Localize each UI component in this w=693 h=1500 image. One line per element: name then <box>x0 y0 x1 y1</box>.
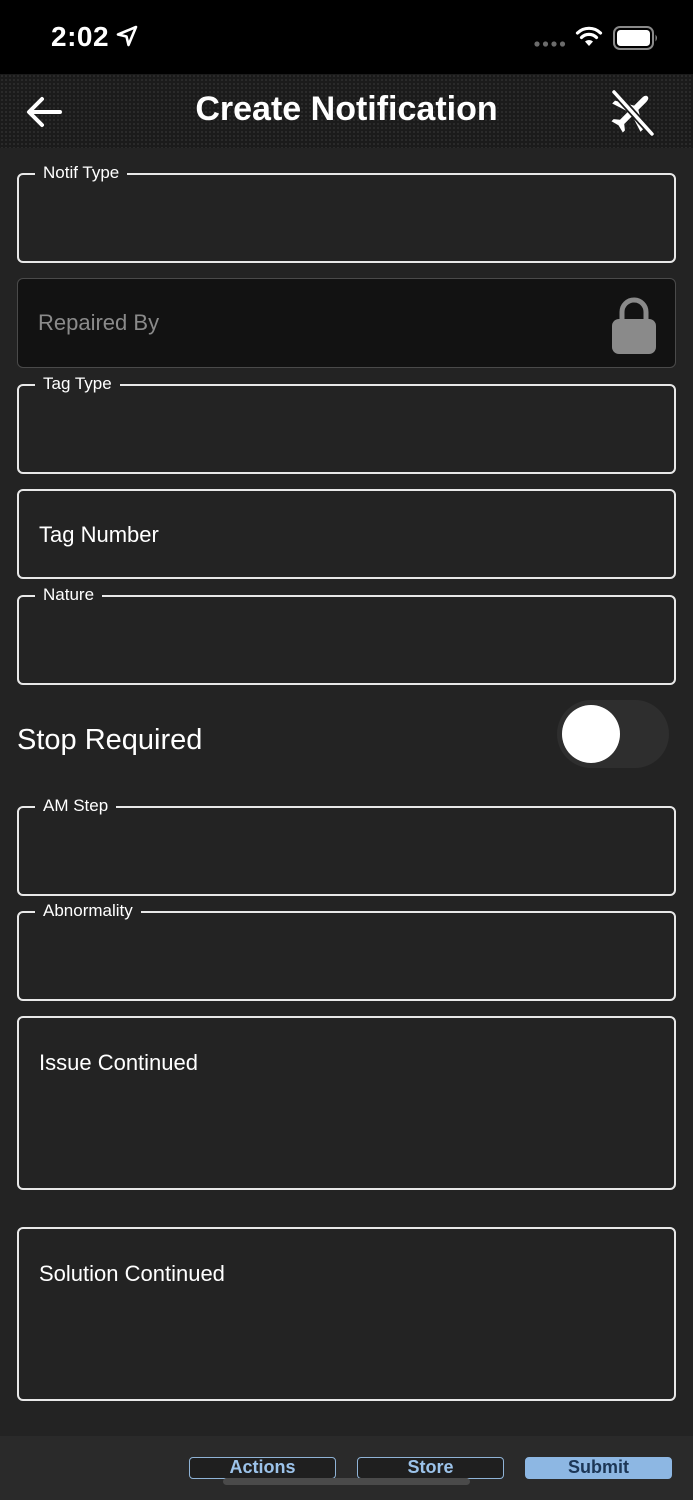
bottom-toolbar: Actions Store Submit <box>0 1436 693 1500</box>
tag-type-field[interactable]: Tag Type <box>17 372 676 474</box>
tag-number-field[interactable]: Tag Number <box>17 489 676 579</box>
submit-button[interactable]: Submit <box>525 1457 672 1479</box>
issue-continued-field[interactable]: Issue Continued <box>17 1016 676 1190</box>
page-title: Create Notification <box>195 90 498 128</box>
nature-input[interactable] <box>19 597 674 683</box>
repaired-by-field: Repaired By <box>17 278 676 368</box>
tag-type-input[interactable] <box>19 386 674 472</box>
abnormality-input[interactable] <box>19 913 674 999</box>
home-indicator <box>223 1478 470 1485</box>
battery-icon <box>613 26 657 50</box>
airplane-off-icon[interactable] <box>606 86 658 138</box>
abnormality-field[interactable]: Abnormality <box>17 899 676 1001</box>
status-bar: 2:02 <box>0 0 693 74</box>
solution-continued-field[interactable]: Solution Continued <box>17 1227 676 1401</box>
stop-required-toggle[interactable] <box>557 700 669 768</box>
cellular-signal-icon <box>534 41 566 47</box>
location-arrow-icon <box>116 25 138 47</box>
tag-number-placeholder: Tag Number <box>39 522 159 547</box>
navigation-bar: Create Notification <box>0 74 693 148</box>
wifi-icon <box>575 26 603 46</box>
toggle-knob <box>562 705 620 763</box>
actions-button[interactable]: Actions <box>189 1457 336 1479</box>
am-step-input[interactable] <box>19 808 674 894</box>
stop-required-label: Stop Required <box>17 724 203 756</box>
status-time: 2:02 <box>51 21 110 52</box>
notif-type-field[interactable]: Notif Type <box>17 161 676 263</box>
notif-type-input[interactable] <box>19 175 674 261</box>
store-button[interactable]: Store <box>357 1457 504 1479</box>
solution-continued-placeholder: Solution Continued <box>39 1261 225 1286</box>
am-step-field[interactable]: AM Step <box>17 794 676 896</box>
repaired-by-placeholder: Repaired By <box>38 310 160 335</box>
issue-continued-placeholder: Issue Continued <box>39 1050 198 1075</box>
nature-field[interactable]: Nature <box>17 583 676 685</box>
lock-icon <box>612 297 656 354</box>
